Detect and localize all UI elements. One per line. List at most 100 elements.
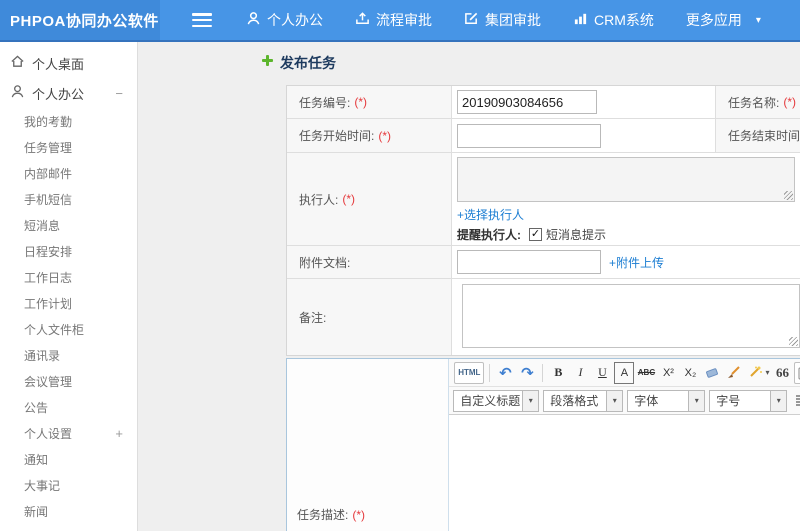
sidebar-item-label: 我的考勤: [24, 114, 73, 129]
nav-more-apps[interactable]: 更多应用 ▾: [686, 10, 761, 30]
sidebar-item-task-management[interactable]: 任务管理: [0, 134, 137, 160]
page-title: 发布任务: [261, 53, 336, 73]
italic-button[interactable]: I: [570, 362, 590, 384]
font-color-button[interactable]: A: [614, 361, 635, 384]
form-row-remark: 备注:: [287, 279, 800, 355]
app-logo: PHPOA协同办公软件: [0, 0, 160, 40]
align-left-button[interactable]: [793, 390, 800, 412]
description-editor-section: 任务描述: (*) HTML ↶ ↷ B I U A ABC X² X₂ ▾ 6…: [286, 358, 800, 531]
caret-down-icon: ▾: [765, 368, 770, 377]
bold-button[interactable]: B: [548, 362, 568, 384]
strikethrough-button[interactable]: ABC: [636, 362, 656, 384]
editor-toolbar-row1: HTML ↶ ↷ B I U A ABC X² X₂ ▾ 66 T: [449, 359, 800, 387]
sidebar: 个人桌面 个人办公 − 我的考勤 任务管理 内部邮件 手机短信 短消息 日程安排…: [0, 42, 138, 531]
expand-toggle[interactable]: +: [115, 426, 123, 441]
executor-textarea[interactable]: [457, 157, 795, 202]
user-icon: [246, 11, 267, 29]
task-form: 任务编号:(*) 任务名称:(*) 任务开始时间:(*) 任务结束时间:(*): [286, 85, 800, 356]
redo-button[interactable]: ↷: [517, 362, 537, 384]
sidebar-item-label: 内部邮件: [24, 166, 73, 181]
undo-button[interactable]: ↶: [495, 362, 515, 384]
process-approval-icon: [355, 11, 376, 29]
end-time-label: 任务结束时间:(*): [715, 119, 800, 152]
sidebar-item-mobile-sms[interactable]: 手机短信: [0, 186, 137, 212]
html-source-button[interactable]: HTML: [454, 361, 485, 384]
form-row-task-number: 任务编号:(*) 任务名称:(*): [287, 86, 800, 119]
attachment-upload-link[interactable]: +附件上传: [609, 254, 664, 271]
sidebar-item-label: 会议管理: [24, 374, 73, 389]
sidebar-item-personal-desktop[interactable]: 个人桌面: [0, 48, 137, 78]
caret-down-icon: ▾: [770, 390, 787, 411]
remark-textarea[interactable]: [462, 284, 800, 348]
editor-content-area[interactable]: [449, 415, 800, 531]
underline-button[interactable]: U: [592, 362, 612, 384]
collapse-toggle[interactable]: −: [115, 86, 123, 101]
sidebar-item-schedule[interactable]: 日程安排: [0, 238, 137, 264]
sidebar-item-milestones[interactable]: 大事记: [0, 472, 137, 498]
nav-process-approval[interactable]: 流程审批: [355, 10, 432, 30]
sidebar-item-personal-office[interactable]: 个人办公 −: [0, 78, 137, 108]
resize-handle[interactable]: [789, 337, 798, 346]
hamburger-menu-icon[interactable]: [192, 13, 212, 27]
sms-reminder-checkbox[interactable]: ✓: [529, 228, 542, 241]
blockquote-button[interactable]: 66: [772, 362, 792, 384]
task-number-input[interactable]: [457, 90, 597, 114]
eraser-button[interactable]: [702, 362, 722, 384]
sidebar-item-personal-settings[interactable]: 个人设置 +: [0, 420, 137, 446]
sidebar-item-my-attendance[interactable]: 我的考勤: [0, 108, 137, 134]
main-content: 发布任务 任务编号:(*) 任务名称:(*) 任务开始时间:(*): [139, 42, 800, 531]
sidebar-item-work-log[interactable]: 工作日志: [0, 264, 137, 290]
sidebar-item-label: 公告: [24, 400, 49, 415]
caret-down-icon: ▾: [688, 390, 705, 411]
remind-executor-label: 提醒执行人:: [457, 228, 521, 242]
sidebar-item-label: 通知: [24, 452, 49, 467]
description-label-cell: 任务描述: (*): [287, 359, 450, 531]
sidebar-item-label: 手机短信: [24, 192, 73, 207]
sidebar-item-personal-files[interactable]: 个人文件柜: [0, 316, 137, 342]
font-select[interactable]: 字体 ▾: [627, 389, 706, 412]
remark-label: 备注:: [287, 279, 452, 355]
executor-label: 执行人: (*): [287, 153, 452, 245]
sidebar-item-notification[interactable]: 通知: [0, 446, 137, 472]
sidebar-item-announcement[interactable]: 公告: [0, 394, 137, 420]
sidebar-item-work-plan[interactable]: 工作计划: [0, 290, 137, 316]
sidebar-item-label: 个人文件柜: [24, 322, 85, 337]
sidebar-item-news[interactable]: 新闻: [0, 498, 137, 524]
sidebar-item-label: 个人桌面: [32, 56, 85, 72]
start-time-input[interactable]: [457, 123, 601, 148]
paragraph-format-select[interactable]: 段落格式 ▾: [543, 389, 624, 412]
nav-label: 流程审批: [376, 12, 432, 28]
custom-heading-select[interactable]: 自定义标题 ▾: [453, 389, 540, 412]
check-icon: ✓: [530, 228, 541, 240]
choose-executor-link[interactable]: +选择执行人: [457, 206, 524, 223]
paste-from-word-button[interactable]: T: [794, 361, 800, 384]
form-row-attachment: 附件文档: +附件上传: [287, 246, 800, 279]
font-size-select[interactable]: 字号 ▾: [709, 389, 788, 412]
sidebar-item-short-message[interactable]: 短消息: [0, 212, 137, 238]
magic-wand-button[interactable]: ▾: [746, 362, 770, 384]
sidebar-item-label: 大事记: [24, 478, 61, 493]
editor-toolbar-row2: 自定义标题 ▾ 段落格式 ▾ 字体 ▾ 字号 ▾: [449, 387, 800, 415]
sidebar-item-internal-mail[interactable]: 内部邮件: [0, 160, 137, 186]
sidebar-item-meeting-management[interactable]: 会议管理: [0, 368, 137, 394]
sidebar-item-contacts[interactable]: 通讯录: [0, 342, 137, 368]
nav-group-approval[interactable]: 集团审批: [464, 10, 541, 30]
superscript-button[interactable]: X²: [658, 362, 678, 384]
subscript-button[interactable]: X₂: [680, 362, 700, 384]
attachment-input[interactable]: [457, 250, 601, 274]
edit-square-icon: [464, 11, 485, 29]
sms-reminder-label: 短消息提示: [546, 228, 607, 242]
start-time-label: 任务开始时间: (*): [287, 119, 452, 152]
attachment-label: 附件文档:: [287, 246, 452, 278]
resize-handle[interactable]: [784, 191, 793, 200]
sidebar-item-label: 工作计划: [24, 296, 73, 311]
nav-personal-office[interactable]: 个人办公: [246, 10, 323, 30]
sidebar-item-label: 日程安排: [24, 244, 73, 259]
caret-down-icon: ▾: [755, 14, 761, 26]
nav-crm-system[interactable]: CRM系统: [573, 10, 654, 30]
rich-text-editor: HTML ↶ ↷ B I U A ABC X² X₂ ▾ 66 T: [449, 359, 800, 531]
sidebar-item-label: 通讯录: [24, 348, 61, 363]
format-brush-button[interactable]: [724, 362, 744, 384]
form-row-time: 任务开始时间:(*) 任务结束时间:(*): [287, 119, 800, 153]
nav-label: 个人办公: [267, 12, 323, 28]
